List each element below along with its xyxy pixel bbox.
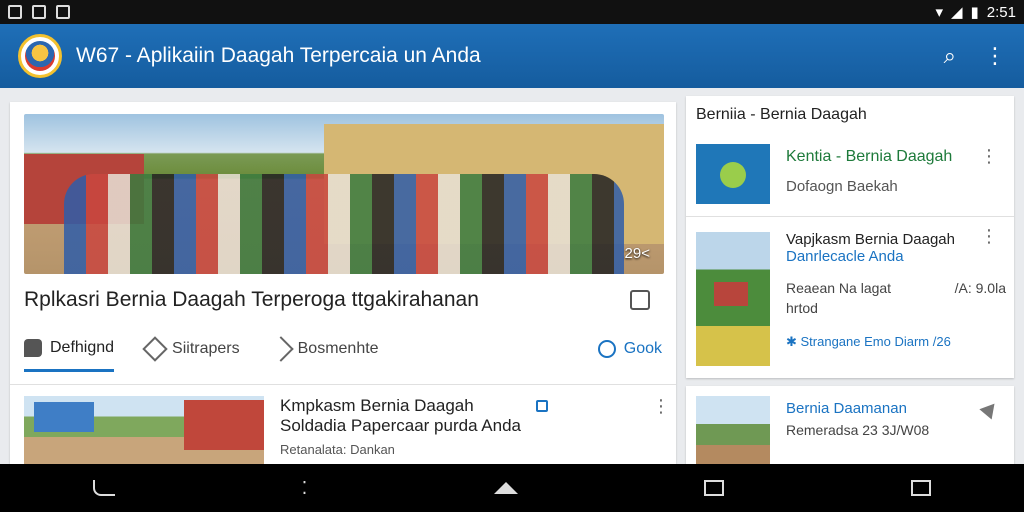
share-label: Bosmenhte [297, 340, 379, 357]
lock-icon [536, 400, 548, 412]
notification-icon [8, 5, 22, 19]
list-item-meta: Retanalata: Dankan [280, 442, 395, 457]
signal-icon: ◢ [950, 4, 963, 21]
sidebar-item-title: Kentia - Bernia Daagah [786, 148, 953, 165]
divider [686, 216, 1014, 217]
more-vert-icon[interactable] [980, 146, 998, 168]
list-item-title-line1: Kmpkasm Bernia Daagah [280, 396, 474, 415]
sidebar-item-subtitle: Danrlecacle Anda [786, 248, 904, 265]
more-vert-icon[interactable] [652, 396, 670, 418]
sidebar-item-meta-right: /A: 9.0la [954, 280, 1006, 296]
sidebar-heading: Berniia - Bernia Daagah [696, 106, 867, 123]
share-icon [267, 336, 294, 362]
list-item-title-line2: Soldadia Papercaar purda Anda [280, 416, 522, 435]
app-bar: W67 - Aplikaiin Daagah Terpercaia un And… [0, 24, 1024, 88]
book-button[interactable]: Gook [597, 340, 662, 358]
gallery-icon [56, 5, 70, 19]
status-icons-right: ▾ ◢ ▮ 2:51 [935, 3, 1016, 22]
like-label: Defhignd [50, 338, 115, 356]
sidebar-item-title: Vapjkasm Bernia Daagah [786, 231, 955, 248]
search-icon[interactable]: ⌕ [944, 43, 956, 69]
sidebar-item-title: Bernia Daamanan [786, 400, 907, 417]
list-item-title: Kmpkasm Bernia Daagah Soldadia Papercaar… [280, 396, 521, 436]
clock-icon [597, 340, 616, 358]
hero-image[interactable]: 29< [24, 114, 664, 274]
main-feed: 29< Rplkasri Bernia Daagah Terperoga ttg… [10, 102, 676, 464]
sidebar-item-meta: Dofaogn Baekah [786, 178, 898, 195]
back-icon[interactable] [93, 480, 116, 496]
book-label: Gook [623, 340, 662, 357]
camera-icon [32, 5, 46, 19]
home-icon[interactable] [493, 482, 518, 494]
favorite-label: Siitrapers [172, 340, 240, 357]
more-vert-icon[interactable] [980, 226, 998, 248]
heart-icon [142, 336, 168, 362]
sidebar-item-link[interactable]: ✱ Strangane Emo Diarm /26 [786, 334, 951, 350]
sidebar-item-meta: Reaean Na lagat [786, 280, 892, 296]
sidebar-item-meta: Remeradsa 23 3J/W08 [786, 422, 930, 438]
battery-icon: ▮ [970, 4, 979, 21]
square-icon[interactable] [910, 480, 931, 496]
keyboard-dots-icon[interactable]: ⁚ [302, 478, 308, 499]
clock-text: 2:51 [986, 3, 1016, 21]
sidebar-item-thumbnail [696, 144, 770, 204]
post-title[interactable]: Rplkasri Bernia Daagah Terperoga ttgakir… [24, 288, 624, 312]
thumb-banner [34, 402, 94, 432]
wifi-icon: ▾ [935, 4, 943, 21]
app-title: W67 - Aplikaiin Daagah Terpercaia un And… [76, 44, 481, 67]
list-item-thumbnail [24, 396, 264, 464]
thumb-house [184, 400, 264, 450]
sidebar-item[interactable]: Vapjkasm Bernia Daagah Danrlecacle Anda … [696, 224, 1006, 374]
favorite-button[interactable]: Siitrapers [142, 326, 240, 372]
post-actions: Defhignd Siitrapers Bosmenhte Gook [10, 326, 676, 372]
status-bar: ▾ ◢ ▮ 2:51 [0, 0, 1024, 24]
hero-photo-count: 29< [624, 245, 650, 262]
divider [10, 384, 676, 385]
thumb-icon [24, 338, 42, 357]
navigation-bar: ⁚ [0, 464, 1024, 512]
sidebar-card[interactable]: Bernia Daamanan Remeradsa 23 3J/W08 [686, 386, 1014, 466]
share-icon[interactable] [979, 398, 1001, 420]
status-icons-left [8, 5, 70, 19]
sidebar-item-thumbnail [696, 396, 770, 466]
bookmark-icon[interactable] [630, 290, 650, 310]
logo-emblem [25, 41, 55, 71]
hero-crowd [64, 174, 624, 274]
sidebar-card: Berniia - Bernia Daagah Kentia - Bernia … [686, 96, 1014, 378]
sidebar-item[interactable]: Kentia - Bernia Daagah Dofaogn Baekah [696, 136, 1006, 216]
list-item[interactable]: Kmpkasm Bernia Daagah Soldadia Papercaar… [24, 396, 670, 464]
more-vert-icon[interactable]: ⋮ [984, 43, 1006, 69]
app-logo[interactable] [18, 34, 62, 78]
share-button[interactable]: Bosmenhte [267, 326, 379, 372]
recent-apps-icon[interactable] [704, 480, 725, 496]
like-button[interactable]: Defhignd [24, 326, 115, 372]
sidebar-item-thumbnail [696, 232, 770, 366]
sidebar-item-meta2: hrtod [786, 300, 818, 316]
